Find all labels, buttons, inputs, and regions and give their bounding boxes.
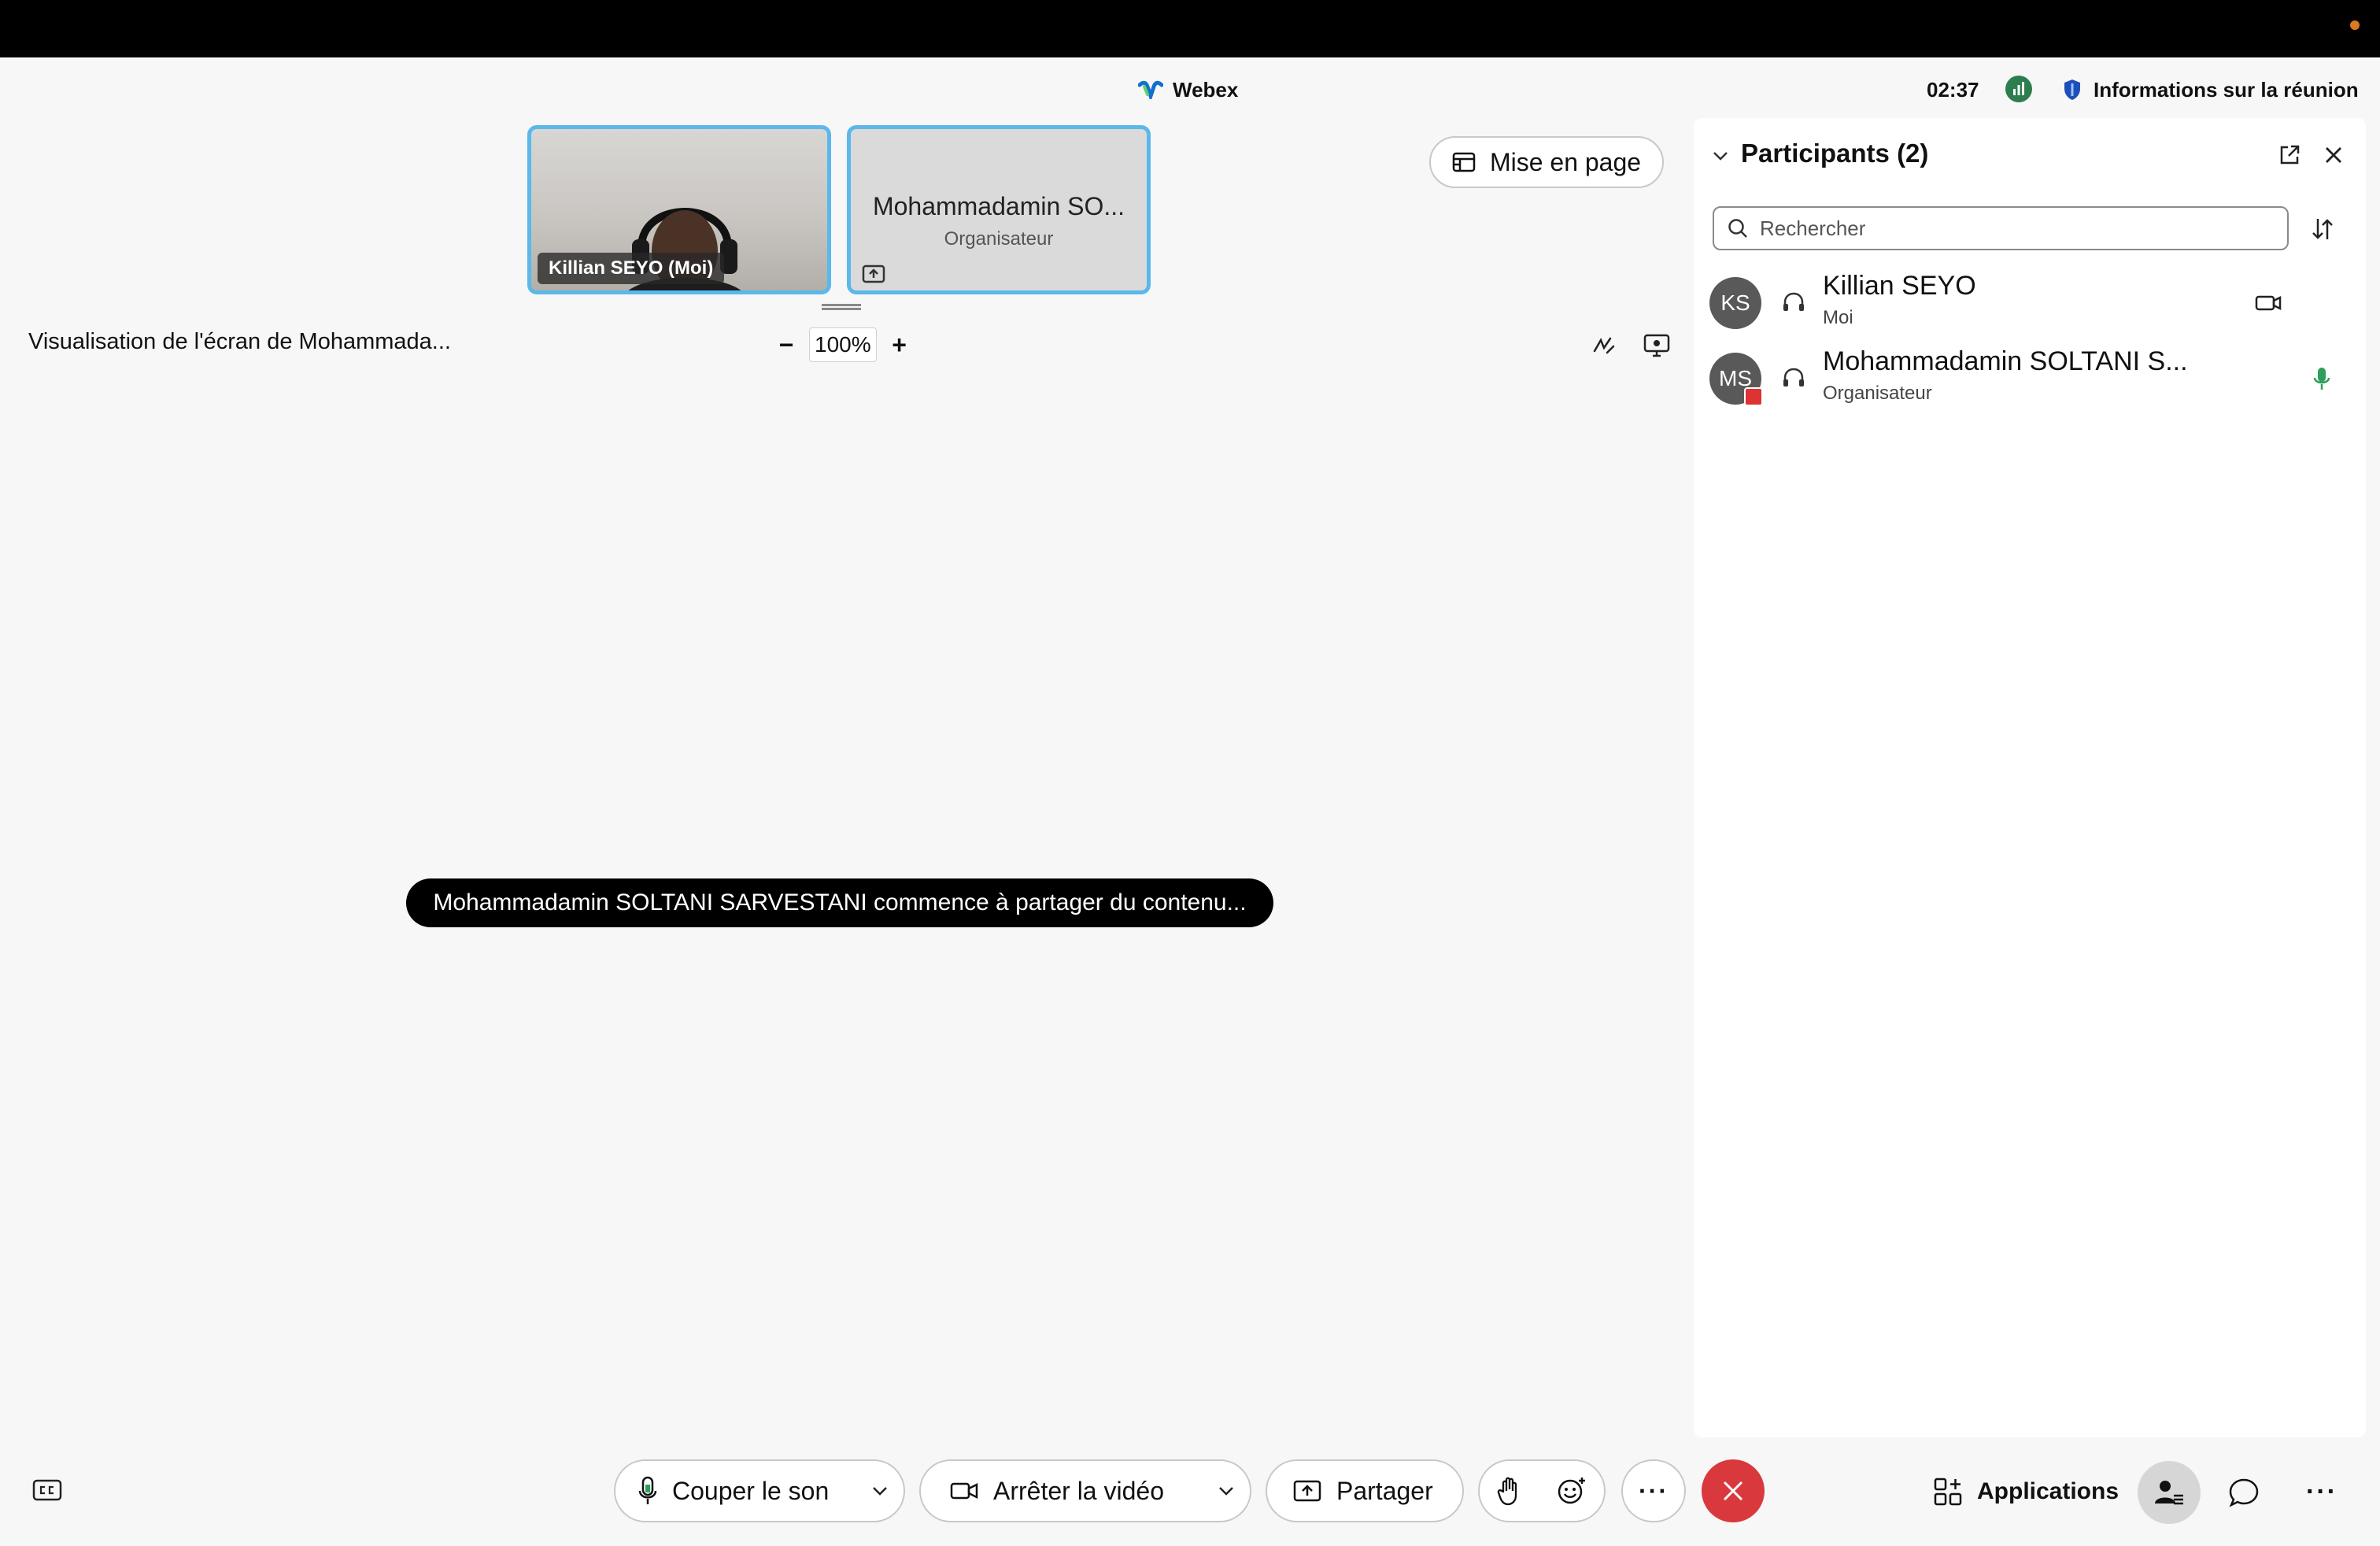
app-title: Webex bbox=[1138, 76, 1238, 104]
layout-grid-icon bbox=[1452, 152, 1476, 172]
participant-search[interactable] bbox=[1713, 206, 2289, 250]
applications-label: Applications bbox=[1977, 1478, 2119, 1504]
more-options-label: ··· bbox=[1639, 1476, 1669, 1505]
participant-name: Mohammadamin SOLTANI S... bbox=[1823, 346, 2188, 376]
mute-label: Couper le son bbox=[672, 1476, 830, 1505]
host-video-tile[interactable]: Mohammadamin SO... Organisateur bbox=[847, 125, 1151, 294]
mute-button[interactable]: Couper le son bbox=[614, 1459, 905, 1522]
video-icon bbox=[2255, 295, 2282, 311]
leave-meeting-button[interactable] bbox=[1702, 1459, 1765, 1522]
chat-icon[interactable] bbox=[2227, 1477, 2260, 1508]
participant-subtitle: Moi bbox=[1823, 307, 1853, 328]
shield-icon bbox=[2064, 80, 2080, 100]
search-icon bbox=[1728, 219, 1747, 238]
closed-captions-icon[interactable] bbox=[31, 1478, 63, 1505]
filmstrip-resize-handle[interactable] bbox=[822, 304, 861, 310]
apps-icon bbox=[1934, 1478, 1962, 1506]
annotate-icon[interactable] bbox=[1590, 331, 1618, 359]
close-icon bbox=[1723, 1481, 1743, 1501]
meeting-info-button[interactable]: Informations sur la réunion bbox=[2062, 76, 2359, 104]
reactions-icon[interactable] bbox=[1556, 1475, 1587, 1507]
stop-video-label: Arrêter la vidéo bbox=[993, 1476, 1164, 1505]
participant-name: Killian SEYO bbox=[1823, 271, 1976, 301]
raise-hand-icon[interactable] bbox=[1496, 1475, 1523, 1507]
share-started-toast: Mohammadamin SOLTANI SARVESTANI commence… bbox=[406, 878, 1273, 927]
signal-bars-icon bbox=[2013, 82, 2024, 95]
headset-icon bbox=[1783, 368, 1804, 386]
share-label: Partager bbox=[1336, 1476, 1433, 1505]
host-name-label: Mohammadamin SO... bbox=[872, 192, 1125, 220]
microphone-icon bbox=[638, 1476, 657, 1504]
webex-logo-icon bbox=[1138, 80, 1163, 99]
headset-icon bbox=[1783, 292, 1804, 311]
host-role-label: Organisateur bbox=[944, 228, 1054, 250]
zoom-out-button[interactable]: − bbox=[774, 331, 798, 360]
share-button[interactable]: Partager bbox=[1266, 1459, 1464, 1522]
mic-active-icon bbox=[2313, 368, 2330, 390]
network-quality-button[interactable] bbox=[2005, 76, 2032, 102]
zoom-in-button[interactable]: + bbox=[888, 331, 911, 360]
more-options-button[interactable]: ··· bbox=[1621, 1459, 1686, 1522]
chevron-down-icon[interactable] bbox=[870, 1481, 889, 1500]
self-video-tile[interactable]: Killian SEYO (Moi) bbox=[527, 125, 831, 294]
meeting-clock: 02:37 bbox=[1927, 78, 1979, 102]
layout-button[interactable]: Mise en page bbox=[1429, 136, 1664, 188]
meeting-info-label: Informations sur la réunion bbox=[2094, 77, 2359, 102]
chevron-down-icon[interactable] bbox=[1217, 1481, 1236, 1500]
pop-out-icon[interactable] bbox=[2278, 143, 2301, 167]
screen-share-icon bbox=[862, 264, 885, 283]
participants-toggle-button[interactable] bbox=[2138, 1461, 2201, 1524]
participants-title: Participants (2) bbox=[1741, 139, 1929, 168]
applications-button[interactable]: Applications bbox=[1933, 1472, 2119, 1511]
close-icon[interactable] bbox=[2322, 143, 2345, 167]
sort-icon[interactable] bbox=[2309, 216, 2336, 242]
more-options-right-button[interactable]: ··· bbox=[2306, 1477, 2338, 1508]
participant-row[interactable]: MS Mohammadamin SOLTANI S... Organisateu… bbox=[1709, 343, 2355, 414]
stop-video-button[interactable]: Arrêter la vidéo bbox=[919, 1459, 1251, 1522]
self-name-label: Killian SEYO (Moi) bbox=[538, 253, 725, 284]
sharing-badge-icon bbox=[1744, 387, 1763, 406]
zoom-controls: − 100% + bbox=[774, 327, 911, 362]
shared-screen-title: Visualisation de l'écran de Mohammada... bbox=[28, 329, 451, 354]
share-screen-icon bbox=[1293, 1480, 1321, 1502]
avatar: KS bbox=[1709, 277, 1761, 329]
search-input[interactable] bbox=[1760, 216, 2264, 241]
zoom-level[interactable]: 100% bbox=[809, 327, 877, 362]
layout-button-label: Mise en page bbox=[1489, 147, 1642, 176]
participant-row[interactable]: KS Killian SEYO Moi bbox=[1709, 268, 2355, 338]
remote-control-icon[interactable] bbox=[1642, 331, 1672, 359]
participant-subtitle: Organisateur bbox=[1823, 383, 1932, 404]
reactions-group bbox=[1478, 1459, 1606, 1522]
recording-indicator-dot bbox=[2350, 20, 2360, 30]
app-name: Webex bbox=[1173, 77, 1239, 102]
system-menu-bar bbox=[0, 0, 2380, 57]
video-camera-icon bbox=[950, 1482, 978, 1500]
chevron-down-icon[interactable] bbox=[1711, 146, 1730, 165]
participants-icon bbox=[2155, 1481, 2183, 1505]
